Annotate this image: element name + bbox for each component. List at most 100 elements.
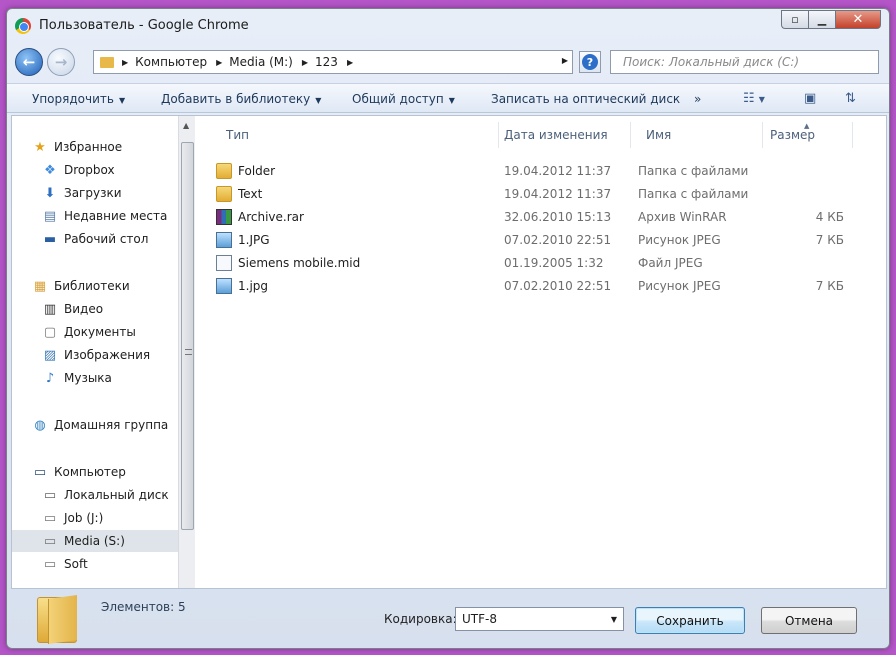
file-row[interactable]: Archive.rar 32.06.2010 15:13 Архив WinRA…: [216, 206, 876, 228]
add-to-library-menu[interactable]: Добавить в библиотеку ▼: [161, 92, 321, 106]
close-button[interactable]: ✕: [835, 10, 881, 29]
music-icon: ♪: [45, 370, 55, 386]
recent-places-icon: ▤: [43, 208, 57, 224]
libraries-icon: ▦: [33, 278, 47, 294]
preview-pane-button[interactable]: ▣: [804, 91, 816, 106]
browser-pane: ★ Избранное ❖ Dropbox ⬇ Загрузки ▤ Недавние …: [11, 115, 887, 589]
chevron-right-icon: ▶: [301, 57, 309, 67]
sidebar-item-music[interactable]: ♪ Музыка: [12, 367, 178, 389]
sidebar-item-desktop[interactable]: ▬ Рабочий стол: [12, 228, 178, 250]
file-row[interactable]: Text 19.04.2012 11:37 Папка с файлами: [216, 183, 876, 205]
sidebar-label: Локальный диск: [64, 488, 169, 502]
folder-icon: [216, 163, 232, 179]
sidebar-item-computer[interactable]: ▭ Компьютер: [12, 461, 178, 483]
chevron-down-icon: ▼: [315, 96, 322, 105]
organize-menu[interactable]: Упорядочить ▼: [32, 92, 125, 106]
file-row[interactable]: 1.jpg 07.02.2010 22:51 Рисунок JPEG 7 КБ: [216, 275, 876, 297]
sidebar-item-downloads[interactable]: ⬇ Загрузки: [12, 182, 178, 204]
desktop-icon: ▬: [43, 231, 57, 247]
column-divider: [498, 122, 499, 148]
chevron-right-icon: ▶: [122, 57, 129, 67]
new-folder-button[interactable]: ⇅: [845, 91, 856, 106]
arrow-left-icon: ←: [22, 53, 36, 71]
file-row[interactable]: Folder 19.04.2012 11:37 Папка с файлами: [216, 160, 876, 182]
encoding-value: UTF-8: [462, 612, 497, 626]
forward-button[interactable]: →: [47, 48, 75, 76]
column-header-name[interactable]: Имя: [646, 128, 671, 142]
column-divider: [852, 122, 853, 148]
sidebar-item-dropbox[interactable]: ❖ Dropbox: [12, 159, 178, 181]
folder-icon: [216, 186, 232, 202]
column-header-size[interactable]: Размер: [770, 128, 815, 142]
share-menu[interactable]: Общий доступ ▼: [352, 92, 455, 106]
sidebar-label: Библиотеки: [54, 279, 130, 293]
file-name: Siemens mobile.mid: [238, 256, 361, 270]
sidebar-item-pictures[interactable]: ▨ Изображения: [12, 344, 178, 366]
details-footer: Элементов: 5 Кодировка: UTF-8 ▼ Сохранит…: [7, 591, 889, 649]
burn-disc-button[interactable]: Записать на оптический диск: [491, 92, 680, 106]
file-name: Text: [238, 187, 263, 201]
sidebar-item-soft-drive[interactable]: ▭ Soft: [12, 553, 178, 575]
view-options-button[interactable]: ☷ ▼: [743, 91, 765, 106]
file-date: 07.02.2010 22:51: [504, 233, 612, 247]
save-button[interactable]: Сохранить: [635, 607, 745, 634]
help-button[interactable]: ?: [579, 51, 601, 73]
scrollbar-thumb[interactable]: [181, 142, 194, 530]
breadcrumb-computer[interactable]: Компьютер: [135, 55, 207, 69]
column-header-type[interactable]: Тип: [226, 128, 249, 142]
back-button[interactable]: ←: [15, 48, 43, 76]
sidebar-label: Рабочий стол: [64, 232, 149, 246]
items-count: Элементов: 5: [101, 600, 186, 614]
address-history-dropdown[interactable]: ▶: [562, 56, 568, 65]
more-commands-button[interactable]: »: [694, 92, 701, 106]
file-date: 19.04.2012 11:37: [504, 164, 612, 178]
sidebar-scrollbar[interactable]: ▲: [178, 116, 195, 588]
encoding-select[interactable]: UTF-8 ▼: [455, 607, 624, 631]
sidebar-item-media-drive[interactable]: ▭ Media (S:): [12, 530, 178, 552]
file-size: 4 КБ: [815, 210, 844, 224]
sidebar-item-recent-places[interactable]: ▤ Недавние места: [12, 205, 178, 227]
sidebar-label: Media (S:): [64, 534, 125, 548]
breadcrumb-media[interactable]: Media (M:): [229, 55, 293, 69]
file-row[interactable]: Siemens mobile.mid 01.19.2005 1:32 Файл …: [216, 252, 876, 274]
sidebar-item-libraries[interactable]: ▦ Библиотеки: [12, 275, 178, 297]
preview-pane-icon: ▣: [804, 91, 817, 106]
new-folder-icon: ⇅: [845, 91, 856, 106]
midi-file-icon: [216, 255, 232, 271]
address-bar[interactable]: ▶ Компьютер ▶ Media (M:) ▶ 123 ▶ ▶: [93, 50, 573, 74]
breadcrumb-123[interactable]: 123: [315, 55, 338, 69]
chevron-right-icon: ▶: [216, 57, 223, 67]
sidebar-item-homegroup[interactable]: ◍ Домашняя группа: [12, 414, 178, 436]
sidebar-item-favorites[interactable]: ★ Избранное: [12, 136, 178, 158]
scroll-up-icon[interactable]: ▲: [183, 121, 189, 130]
add-to-library-label: Добавить в библиотеку: [161, 92, 311, 106]
file-name: 1.JPG: [238, 233, 270, 247]
file-date: 07.02.2010 22:51: [504, 279, 612, 293]
folder-icon: [100, 56, 114, 68]
file-name: 1.jpg: [238, 279, 269, 293]
sidebar-item-local-disk[interactable]: ▭ Локальный диск: [12, 484, 178, 506]
chevron-down-icon: ▼: [448, 96, 455, 105]
minimize-button[interactable]: ▁: [808, 10, 835, 29]
file-type: Папка с файлами: [638, 164, 749, 178]
sidebar-label: Видео: [64, 302, 104, 316]
sidebar-label: Изображения: [64, 348, 151, 362]
restore-button[interactable]: ▫: [781, 10, 808, 29]
chevron-right-icon[interactable]: ▶: [347, 58, 353, 67]
command-bar: Упорядочить ▼ Добавить в библиотеку ▼ Общи…: [7, 83, 889, 113]
sidebar-item-documents[interactable]: ▢ Документы: [12, 321, 178, 343]
column-header-date[interactable]: Дата изменения: [504, 128, 608, 142]
cancel-button[interactable]: Отмена: [761, 607, 857, 634]
encoding-label: Кодировка:: [384, 612, 457, 626]
search-input[interactable]: Поиск: Локальный диск (C:): [610, 50, 879, 74]
sidebar-item-video[interactable]: ▥ Видео: [12, 298, 178, 320]
minimize-icon: ▁: [817, 13, 827, 26]
chevron-down-icon: ▼: [758, 95, 765, 104]
sidebar-label: Dropbox: [64, 163, 115, 177]
sidebar-item-job-drive[interactable]: ▭ Job (J:): [12, 507, 178, 529]
column-divider: [630, 122, 631, 148]
file-row[interactable]: 1.JPG 07.02.2010 22:51 Рисунок JPEG 7 КБ: [216, 229, 876, 251]
file-list: Тип Дата изменения Имя ▲ Размер Folder 1…: [196, 116, 888, 588]
file-type: Рисунок JPEG: [638, 279, 721, 293]
view-list-icon: ☷: [743, 91, 755, 106]
